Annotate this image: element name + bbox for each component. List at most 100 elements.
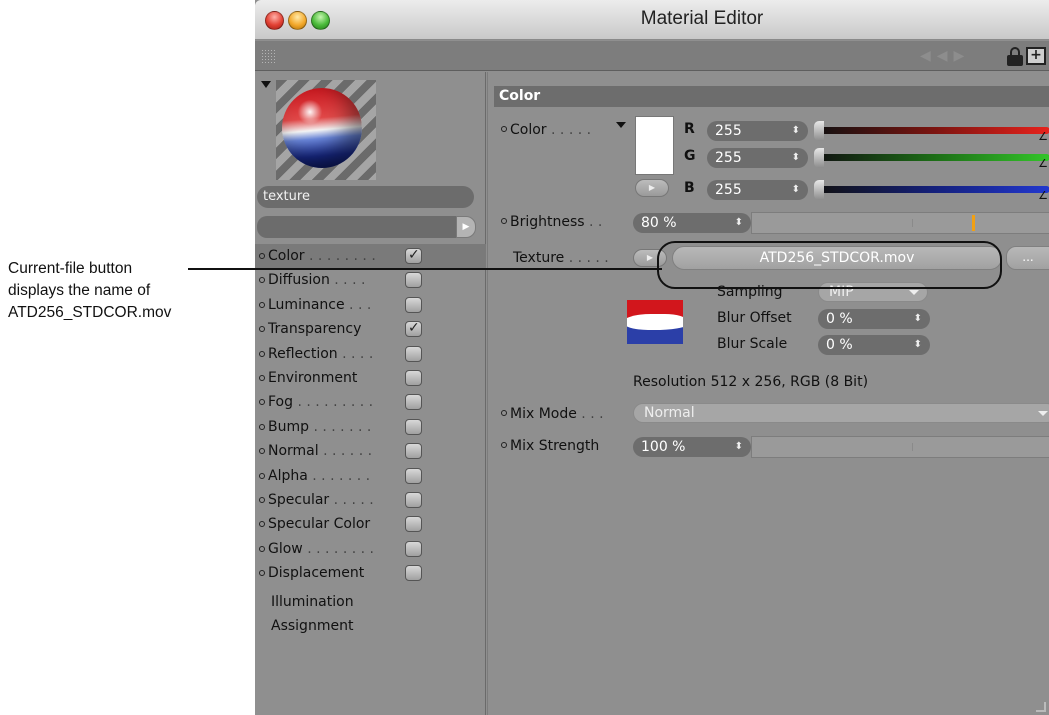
channel-label: Fog (268, 394, 294, 411)
title-bar: Material Editor (255, 0, 1049, 40)
callout-line-2: displays the name of (8, 282, 151, 299)
attributes-panel: Color Color . . . . . R 255 ⬍ ∠ G 255 ⬍ ∠ … (487, 72, 1049, 715)
mix-mode-dropdown[interactable]: Normal (633, 403, 1049, 423)
channel-label: Environment (268, 370, 358, 386)
channel-dot-icon (259, 423, 265, 430)
blur-scale-label: Blur Scale (717, 336, 788, 352)
channel-item[interactable]: Diffusion . . . . (255, 268, 486, 292)
channel-dot-icon (259, 521, 265, 528)
channel-checkbox[interactable] (405, 516, 422, 533)
material-tag-button[interactable]: ▶ (456, 216, 476, 238)
browse-file-button[interactable]: ... (1006, 246, 1049, 270)
channel-leader-dots: . . . . . . . . . (293, 394, 374, 411)
channel-item[interactable]: Bump . . . . . . . (255, 415, 486, 439)
channel-leader-dots: . . . . . . . (309, 418, 372, 435)
channel-item[interactable]: Reflection . . . . (255, 342, 486, 366)
brightness-slider[interactable] (751, 212, 1049, 234)
brightness-marker (972, 215, 975, 231)
channel-label: Specular Color (268, 516, 371, 533)
channel-label: Diffusion (268, 272, 330, 289)
channel-label: Color (268, 248, 305, 264)
channel-item-assignment[interactable]: Assignment (255, 614, 486, 638)
grip-icon[interactable] (261, 49, 275, 63)
channel-checkbox[interactable] (405, 345, 422, 362)
channel-checkbox[interactable] (405, 443, 422, 460)
channel-item[interactable]: Specular . . . . . (255, 488, 486, 512)
channel-dot-icon (259, 497, 265, 503)
material-name-field[interactable]: texture (257, 186, 474, 208)
material-editor-window: Material Editor ◀◀▶ + texture ▶ Color . … (255, 0, 1049, 715)
color-swatch[interactable] (635, 116, 674, 175)
channel-checkbox[interactable] (405, 492, 422, 508)
channel-checkbox[interactable] (405, 296, 422, 313)
channel-item[interactable]: Alpha . . . . . . . (255, 464, 486, 488)
r-slider[interactable]: ∠ (814, 121, 1049, 143)
channel-item-illumination[interactable]: Illumination (255, 590, 486, 614)
channel-leader-dots: . . . . . . . . (302, 540, 374, 557)
mix-strength-slider[interactable] (751, 436, 1049, 458)
channel-leader-dots: . . . . . (329, 492, 374, 508)
channel-dot-icon (259, 472, 265, 479)
blur-scale-field[interactable]: 0 % ⬍ (818, 335, 930, 355)
resize-handle[interactable] (1036, 702, 1046, 712)
channel-label: Illumination (271, 593, 354, 610)
g-slider[interactable]: ∠ (814, 148, 1049, 170)
color-menu-arrow-icon[interactable] (616, 122, 626, 128)
mix-strength-label: Mix Strength (501, 438, 599, 454)
channel-dot-icon (259, 375, 265, 381)
preview-sphere (282, 88, 362, 168)
channel-label: Bump (268, 418, 310, 435)
color-section-header: Color (494, 86, 1049, 107)
preview-menu-arrow-icon[interactable] (261, 81, 271, 88)
b-value-field[interactable]: 255 ⬍ (707, 180, 808, 200)
channel-label: Alpha (268, 467, 308, 484)
channel-item[interactable]: Environment (255, 366, 486, 390)
color-picker-button[interactable]: ▶ (635, 179, 669, 197)
texture-thumbnail (627, 300, 683, 344)
channel-dot-icon (259, 301, 265, 308)
lock-icon[interactable] (1007, 47, 1023, 66)
channel-checkbox[interactable]: ✓ (405, 247, 422, 264)
channel-item[interactable]: Fog . . . . . . . . . (255, 390, 486, 414)
channel-checkbox[interactable] (405, 418, 422, 435)
channel-dot-icon (259, 326, 265, 333)
new-panel-icon[interactable]: + (1026, 47, 1046, 65)
toolbar: ◀◀▶ + (255, 41, 1049, 71)
brightness-value-field[interactable]: 80 % ⬍ (633, 213, 751, 233)
mix-strength-field[interactable]: 100 % ⬍ (633, 437, 751, 457)
channel-item[interactable]: Color . . . . . . . . ✓ (255, 244, 486, 268)
channel-item[interactable]: Normal . . . . . . (255, 439, 486, 463)
channel-item[interactable]: Transparency ✓ (255, 317, 486, 341)
callout-leader-line (188, 268, 662, 270)
checkmark-icon: ✓ (408, 247, 420, 263)
material-tag-field[interactable] (257, 216, 460, 238)
channel-checkbox[interactable]: ✓ (405, 320, 422, 338)
channel-checkbox[interactable] (405, 272, 422, 289)
texture-label: Texture . . . . . (513, 250, 609, 266)
channel-checkbox[interactable] (405, 565, 422, 582)
channel-item[interactable]: Luminance . . . (255, 293, 486, 317)
channel-label: Transparency (268, 321, 362, 338)
r-value-field[interactable]: 255 ⬍ (707, 121, 808, 141)
channel-checkbox[interactable] (405, 540, 422, 557)
window-title: Material Editor (640, 8, 764, 29)
channel-leader-dots: . . . (344, 296, 372, 313)
channel-panel: texture ▶ Color . . . . . . . . ✓ Diffusio… (255, 72, 486, 715)
blur-offset-label: Blur Offset (717, 310, 792, 326)
channel-dot-icon (259, 399, 265, 406)
callout-line-1: Current-file button (8, 260, 133, 277)
channel-checkbox[interactable] (405, 467, 422, 484)
b-slider[interactable]: ∠ (814, 180, 1049, 202)
channel-item[interactable]: Glow . . . . . . . . (255, 537, 486, 561)
blur-offset-field[interactable]: 0 % ⬍ (818, 309, 930, 329)
g-value-field[interactable]: 255 ⬍ (707, 148, 808, 168)
channel-checkbox[interactable] (405, 370, 422, 386)
channel-checkbox[interactable] (405, 394, 422, 411)
channel-item[interactable]: Specular Color (255, 512, 486, 536)
channel-item[interactable]: Displacement (255, 561, 486, 585)
channel-leader-dots: . . . . . . . . (304, 248, 376, 264)
r-label: R (684, 121, 695, 137)
navigation-arrows-icon[interactable]: ◀◀▶ (920, 48, 980, 64)
callout-line-3: ATD256_STDCOR.mov (8, 304, 172, 321)
material-preview[interactable] (276, 80, 376, 180)
